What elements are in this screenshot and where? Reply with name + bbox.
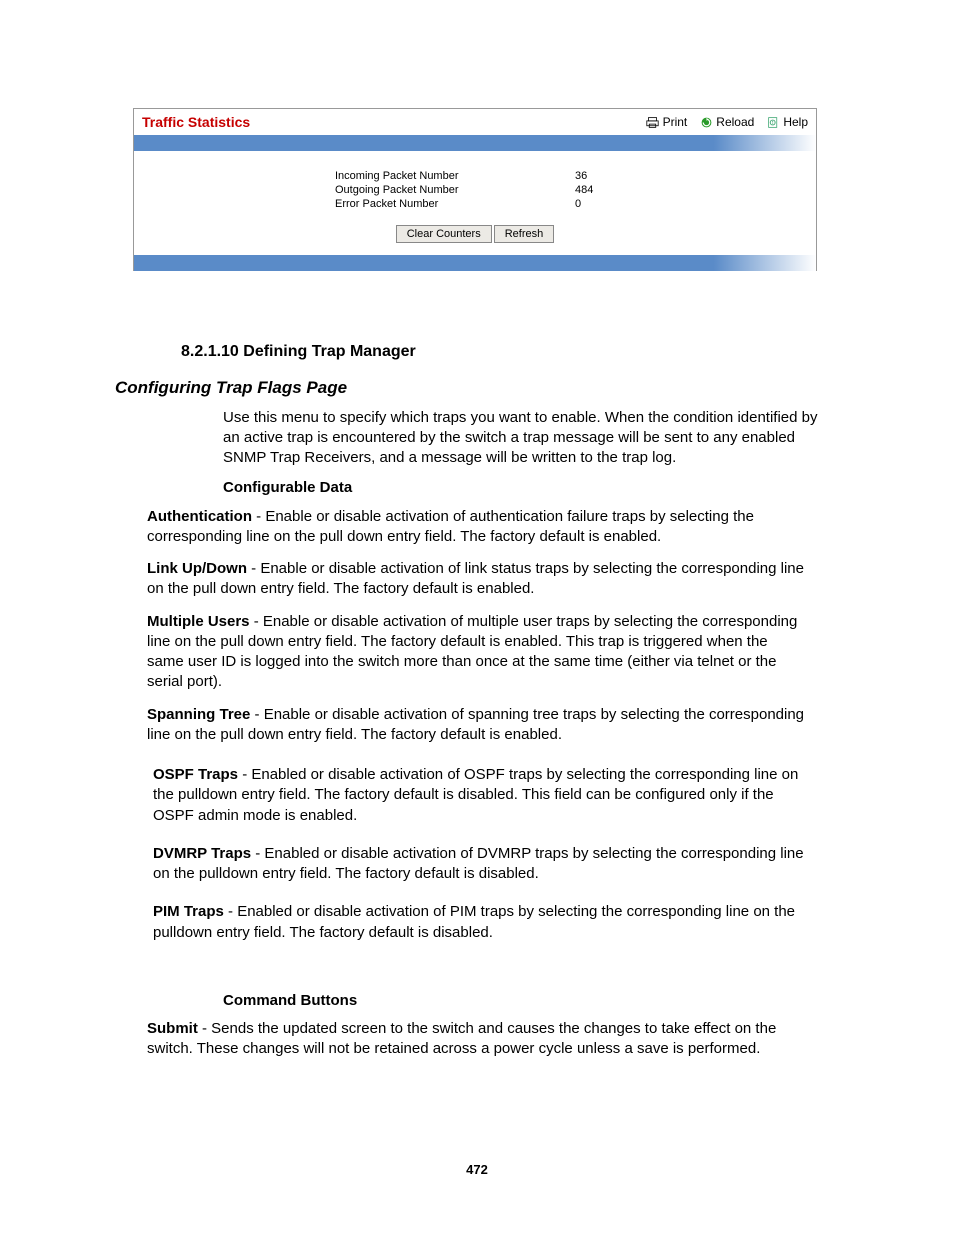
ospf-traps-label: OSPF Traps bbox=[153, 766, 238, 783]
ospf-traps-text: - Enabled or disable activation of OSPF … bbox=[153, 766, 798, 824]
panel-actions: Print Reload Help bbox=[646, 115, 808, 129]
stat-error-label: Error Packet Number bbox=[335, 198, 575, 210]
help-action[interactable]: Help bbox=[766, 115, 808, 129]
ospf-traps-paragraph: OSPF Traps - Enabled or disable activati… bbox=[153, 765, 807, 826]
command-buttons-heading: Command Buttons bbox=[223, 991, 839, 1011]
stat-outgoing-row: Outgoing Packet Number 484 bbox=[335, 183, 615, 197]
authentication-label: Authentication bbox=[147, 508, 252, 525]
stat-incoming-label: Incoming Packet Number bbox=[335, 170, 575, 182]
spanning-tree-paragraph: Spanning Tree - Enable or disable activa… bbox=[147, 705, 807, 746]
pim-traps-paragraph: PIM Traps - Enabled or disable activatio… bbox=[153, 902, 807, 943]
submit-text: - Sends the updated screen to the switch… bbox=[147, 1020, 776, 1057]
link-updown-label: Link Up/Down bbox=[147, 560, 247, 577]
panel-header: Traffic Statistics Print Reload bbox=[134, 109, 816, 135]
header-blue-bar bbox=[134, 135, 816, 151]
dvmrp-traps-paragraph: DVMRP Traps - Enabled or disable activat… bbox=[153, 844, 807, 885]
stat-error-value: 0 bbox=[575, 198, 615, 210]
authentication-paragraph: Authentication - Enable or disable activ… bbox=[147, 507, 807, 548]
stat-outgoing-value: 484 bbox=[575, 184, 615, 196]
section-title: Defining Trap Manager bbox=[239, 343, 416, 360]
footer-blue-bar bbox=[134, 255, 816, 271]
section-number: 8.2.1.10 bbox=[181, 343, 239, 360]
traffic-statistics-panel: Traffic Statistics Print Reload bbox=[133, 108, 817, 271]
statistics-area: Incoming Packet Number 36 Outgoing Packe… bbox=[134, 151, 816, 225]
help-icon bbox=[766, 115, 780, 129]
print-action[interactable]: Print bbox=[646, 115, 688, 129]
multiple-users-paragraph: Multiple Users - Enable or disable activ… bbox=[147, 612, 807, 693]
dvmrp-traps-label: DVMRP Traps bbox=[153, 845, 251, 862]
stat-incoming-row: Incoming Packet Number 36 bbox=[335, 169, 615, 183]
configurable-data-heading: Configurable Data bbox=[223, 478, 839, 498]
dvmrp-traps-text: - Enabled or disable activation of DVMRP… bbox=[153, 845, 804, 882]
button-row: Clear Counters Refresh bbox=[134, 225, 816, 255]
stat-incoming-value: 36 bbox=[575, 170, 615, 182]
help-label: Help bbox=[783, 115, 808, 129]
refresh-button[interactable]: Refresh bbox=[494, 225, 555, 243]
multiple-users-label: Multiple Users bbox=[147, 613, 250, 630]
print-label: Print bbox=[663, 115, 688, 129]
pim-traps-label: PIM Traps bbox=[153, 903, 224, 920]
panel-title: Traffic Statistics bbox=[142, 114, 646, 130]
stat-error-row: Error Packet Number 0 bbox=[335, 197, 615, 211]
clear-counters-button[interactable]: Clear Counters bbox=[396, 225, 492, 243]
section-heading: 8.2.1.10 Defining Trap Manager bbox=[181, 341, 839, 363]
reload-label: Reload bbox=[716, 115, 754, 129]
reload-action[interactable]: Reload bbox=[699, 115, 754, 129]
sub-heading: Configuring Trap Flags Page bbox=[115, 377, 839, 400]
stat-outgoing-label: Outgoing Packet Number bbox=[335, 184, 575, 196]
print-icon bbox=[646, 115, 660, 129]
document-content: 8.2.1.10 Defining Trap Manager Configuri… bbox=[115, 271, 839, 1060]
submit-paragraph: Submit - Sends the updated screen to the… bbox=[147, 1019, 807, 1060]
pim-traps-text: - Enabled or disable activation of PIM t… bbox=[153, 903, 795, 940]
reload-icon bbox=[699, 115, 713, 129]
intro-paragraph: Use this menu to specify which traps you… bbox=[223, 408, 839, 469]
spanning-tree-label: Spanning Tree bbox=[147, 706, 250, 723]
submit-label: Submit bbox=[147, 1020, 198, 1037]
link-updown-paragraph: Link Up/Down - Enable or disable activat… bbox=[147, 559, 807, 600]
page-number: 472 bbox=[0, 1162, 954, 1177]
